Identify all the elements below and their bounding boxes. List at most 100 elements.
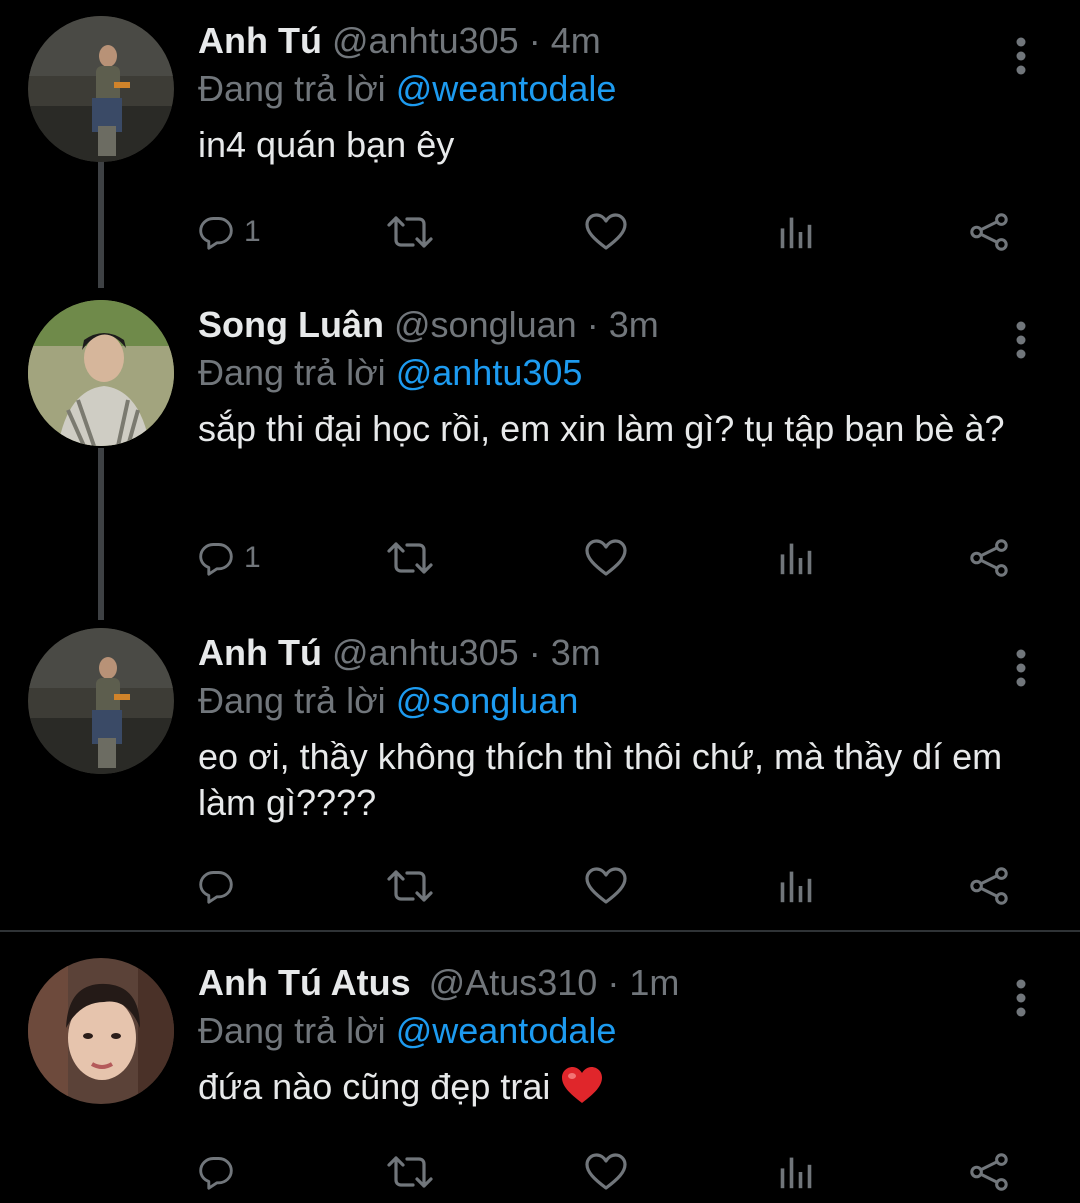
more-options-icon[interactable]	[1004, 648, 1038, 688]
reply-mention-link[interactable]: @anhtu305	[396, 352, 583, 393]
tweet-actions	[198, 1146, 1018, 1198]
share-icon	[968, 866, 1010, 906]
more-options-icon[interactable]	[1004, 978, 1038, 1018]
share-button[interactable]	[968, 532, 1010, 584]
user-handle[interactable]: @songluan	[394, 304, 577, 345]
view-stats-button[interactable]	[778, 1146, 814, 1198]
like-button[interactable]	[584, 532, 628, 584]
more-options-icon[interactable]	[1004, 320, 1038, 360]
avatar-photo	[28, 300, 174, 446]
display-name[interactable]: Anh Tú	[198, 20, 322, 61]
reply-prefix: Đang trả lời	[198, 68, 386, 109]
retweet-icon	[386, 538, 434, 578]
timestamp[interactable]: 4m	[551, 20, 601, 61]
user-handle[interactable]: @Atus310	[429, 962, 598, 1003]
separator-dot: ·	[528, 20, 541, 61]
tweet-header: Anh Tú @anhtu305 · 3m	[198, 628, 601, 678]
display-name[interactable]: Anh Tú	[198, 632, 322, 673]
view-stats-button[interactable]	[778, 860, 814, 912]
reply-icon	[198, 868, 234, 904]
timestamp[interactable]: 3m	[551, 632, 601, 673]
reply-button[interactable]: 1	[198, 206, 261, 258]
tweet[interactable]: Song Luân @songluan · 3m Đang trả lời @a…	[0, 300, 1080, 620]
reply-button[interactable]: 1	[198, 532, 261, 584]
view-stats-button[interactable]	[778, 532, 814, 584]
more-options-icon[interactable]	[1004, 36, 1038, 76]
retweet-button[interactable]	[386, 206, 434, 258]
reply-icon	[198, 214, 234, 250]
share-button[interactable]	[968, 206, 1010, 258]
avatar[interactable]	[28, 16, 174, 162]
stats-icon	[778, 540, 814, 576]
reply-mention-link[interactable]: @weantodale	[396, 1010, 617, 1051]
retweet-button[interactable]	[386, 532, 434, 584]
reply-mention-link[interactable]: @weantodale	[396, 68, 617, 109]
retweet-button[interactable]	[386, 860, 434, 912]
replying-to: Đang trả lời @songluan	[198, 676, 578, 726]
reply-button[interactable]	[198, 860, 244, 912]
tweet[interactable]: Anh Tú @anhtu305 · 4m Đang trả lời @wean…	[0, 16, 1080, 286]
tweet-text: in4 quán bạn êy	[198, 124, 455, 165]
reply-prefix: Đang trả lời	[198, 680, 386, 721]
display-name[interactable]: Anh Tú Atus	[198, 962, 411, 1003]
tweet-header: Anh Tú Atus @Atus310 · 1m	[198, 958, 679, 1008]
retweet-button[interactable]	[386, 1146, 434, 1198]
separator-dot: ·	[528, 632, 541, 673]
tweet-actions: 1	[198, 532, 1018, 584]
replying-to: Đang trả lời @weantodale	[198, 64, 616, 114]
share-button[interactable]	[968, 860, 1010, 912]
avatar[interactable]	[28, 958, 174, 1104]
avatar-photo	[28, 16, 174, 162]
like-button[interactable]	[584, 206, 628, 258]
tweet[interactable]: Anh Tú @anhtu305 · 3m Đang trả lời @song…	[0, 628, 1080, 918]
tweet[interactable]: Anh Tú Atus @Atus310 · 1m Đang trả lời @…	[0, 958, 1080, 1203]
tweet-text: đứa nào cũng đẹp trai	[198, 1066, 551, 1107]
tweet-actions	[198, 860, 1018, 912]
tweet-header: Anh Tú @anhtu305 · 4m	[198, 16, 601, 66]
separator-dot: ·	[586, 304, 599, 345]
like-button[interactable]	[584, 860, 628, 912]
heart-icon	[584, 866, 628, 906]
tweet-header: Song Luân @songluan · 3m	[198, 300, 659, 350]
retweet-icon	[386, 212, 434, 252]
view-stats-button[interactable]	[778, 206, 814, 258]
reply-icon	[198, 1154, 234, 1190]
user-handle[interactable]: @anhtu305	[332, 20, 519, 61]
share-icon	[968, 212, 1010, 252]
like-button[interactable]	[584, 1146, 628, 1198]
retweet-icon	[386, 866, 434, 906]
retweet-icon	[386, 1152, 434, 1192]
avatar-photo	[28, 628, 174, 774]
share-button[interactable]	[968, 1146, 1010, 1198]
reply-count: 1	[244, 215, 261, 248]
share-icon	[968, 538, 1010, 578]
reply-prefix: Đang trả lời	[198, 1010, 386, 1051]
tweet-text: eo ơi, thầy không thích thì thôi chứ, mà…	[198, 736, 1003, 823]
reply-prefix: Đang trả lời	[198, 352, 386, 393]
tweet-text: sắp thi đại học rồi, em xin làm gì? tụ t…	[198, 408, 1005, 449]
tweet-text-container: đứa nào cũng đẹp trai	[198, 1064, 1038, 1116]
reply-icon	[198, 540, 234, 576]
heart-icon	[584, 1152, 628, 1192]
avatar[interactable]	[28, 300, 174, 446]
timestamp[interactable]: 1m	[629, 962, 679, 1003]
stats-icon	[778, 1154, 814, 1190]
timestamp[interactable]: 3m	[609, 304, 659, 345]
avatar[interactable]	[28, 628, 174, 774]
reply-count: 1	[244, 541, 261, 574]
user-handle[interactable]: @anhtu305	[332, 632, 519, 673]
replying-to: Đang trả lời @weantodale	[198, 1006, 616, 1056]
stats-icon	[778, 868, 814, 904]
separator-dot: ·	[607, 962, 620, 1003]
heart-icon	[584, 538, 628, 578]
reply-mention-link[interactable]: @songluan	[396, 680, 579, 721]
stats-icon	[778, 214, 814, 250]
tweet-actions: 1	[198, 206, 1018, 258]
avatar-photo	[28, 958, 174, 1104]
heart-icon	[584, 212, 628, 252]
thread-divider	[0, 930, 1080, 932]
reply-button[interactable]	[198, 1146, 244, 1198]
share-icon	[968, 1152, 1010, 1192]
display-name[interactable]: Song Luân	[198, 304, 384, 345]
red-heart-emoji	[560, 1065, 604, 1116]
